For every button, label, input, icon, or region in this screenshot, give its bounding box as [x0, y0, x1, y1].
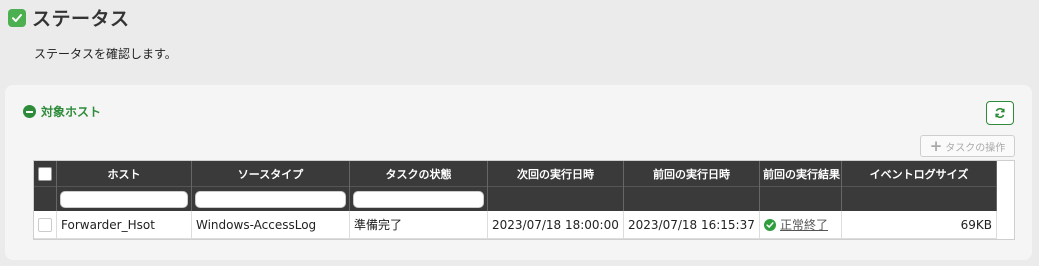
column-header-next-run[interactable]: 次回の実行日時 [487, 161, 624, 187]
row-checkbox[interactable] [38, 217, 52, 232]
refresh-icon [994, 104, 1006, 123]
page-title: ステータス [32, 8, 130, 30]
page-header: ステータス [8, 4, 130, 31]
column-header-task-state[interactable]: タスクの状態 [349, 161, 488, 187]
refresh-button[interactable] [986, 101, 1014, 125]
column-header-event-log-size[interactable]: イベントログサイズ [841, 161, 997, 187]
last-result-cell: 正常終了 [759, 211, 842, 239]
last-result-link[interactable]: 正常終了 [780, 216, 828, 233]
table-row[interactable]: Forwarder_Hsot Windows-AccessLog 準備完了 20… [34, 211, 997, 239]
task-operation-label: タスクの操作 [945, 142, 1006, 154]
plus-icon: + [929, 136, 943, 155]
task-state-cell: 準備完了 [349, 211, 488, 239]
column-header-last-result[interactable]: 前回の実行結果 [759, 161, 842, 187]
task-operation-button[interactable]: + タスクの操作 [920, 135, 1015, 157]
column-header-source-type[interactable]: ソースタイプ [191, 161, 350, 187]
check-icon [8, 8, 26, 27]
event-log-size-cell: 69KB [841, 211, 997, 239]
next-run-cell: 2023/07/18 18:00:00 [487, 211, 624, 239]
select-all-checkbox[interactable] [38, 166, 52, 181]
section-title: 対象ホスト [41, 105, 102, 119]
source-type-cell: Windows-AccessLog [191, 211, 350, 239]
status-page: ステータス ステータスを確認します。 対象ホスト + タスクの操作 ホスト ソー… [0, 0, 1039, 266]
success-check-icon [764, 218, 776, 231]
select-all-cell [34, 161, 57, 187]
source-type-filter-input[interactable] [195, 190, 346, 208]
host-filter-input[interactable] [60, 190, 188, 208]
page-description: ステータスを確認します。 [34, 47, 177, 61]
last-run-cell: 2023/07/18 16:15:37 [623, 211, 760, 239]
column-header-host[interactable]: ホスト [56, 161, 192, 187]
target-hosts-panel: 対象ホスト + タスクの操作 ホスト ソースタイプ タスクの状態 次回の実行日時… [5, 85, 1032, 260]
column-header-last-run[interactable]: 前回の実行日時 [623, 161, 760, 187]
hosts-table: ホスト ソースタイプ タスクの状態 次回の実行日時 前回の実行日時 前回の実行結… [33, 160, 1015, 240]
filter-row [34, 186, 997, 211]
task-state-filter-input[interactable] [353, 190, 484, 208]
section-toggle[interactable]: 対象ホスト [23, 103, 101, 120]
collapse-minus-icon [23, 105, 36, 118]
host-cell: Forwarder_Hsot [56, 211, 192, 239]
table-header-row: ホスト ソースタイプ タスクの状態 次回の実行日時 前回の実行日時 前回の実行結… [34, 161, 997, 187]
